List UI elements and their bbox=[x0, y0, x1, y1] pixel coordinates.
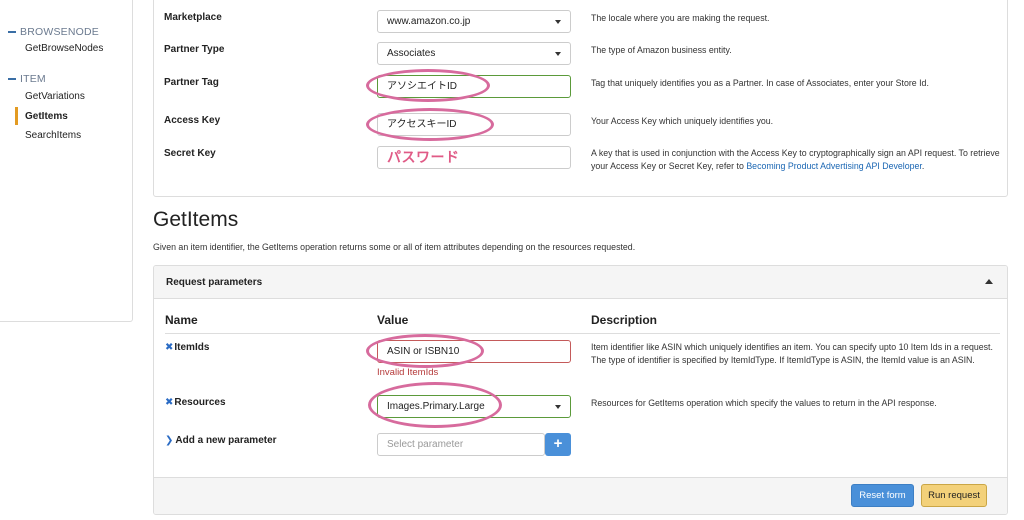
marketplace-description: The locale where you are making the requ… bbox=[591, 13, 770, 23]
secret-key-input[interactable]: パスワード bbox=[377, 146, 571, 169]
collapse-caret-icon[interactable] bbox=[985, 279, 993, 284]
itemids-input[interactable]: ASIN or ISBN10 bbox=[377, 340, 571, 363]
add-parameter-label[interactable]: ❯ Add a new parameter bbox=[165, 435, 277, 446]
caret-down-icon bbox=[555, 405, 561, 409]
header-divider bbox=[165, 333, 1000, 334]
description-column-header: Description bbox=[591, 313, 658, 327]
sidebar-item-getitems[interactable]: GetItems bbox=[25, 111, 68, 122]
sidebar-section-item: ITEM bbox=[8, 73, 46, 85]
secret-key-value: パスワード bbox=[387, 149, 460, 165]
sidebar-section-browsenode: BROWSENODE bbox=[8, 26, 99, 38]
run-request-button[interactable]: Run request bbox=[921, 484, 987, 507]
reset-form-button[interactable]: Reset form bbox=[851, 484, 914, 507]
access-key-input[interactable]: アクセスキーID bbox=[377, 113, 571, 136]
operation-intro: Given an item identifier, the GetItems o… bbox=[153, 242, 636, 252]
resources-description: Resources for GetItems operation which s… bbox=[591, 398, 937, 408]
access-key-label: Access Key bbox=[164, 115, 221, 126]
itemids-label: ✖ItemIds bbox=[165, 342, 210, 353]
partner-type-label: Partner Type bbox=[164, 44, 225, 55]
value-column-header: Value bbox=[377, 313, 409, 327]
marketplace-select[interactable]: www.amazon.co.jp bbox=[377, 10, 571, 33]
remove-x-icon[interactable]: ✖ bbox=[165, 342, 173, 353]
access-key-description: Your Access Key which uniquely identifie… bbox=[591, 116, 774, 126]
chevron-right-icon: ❯ bbox=[165, 435, 174, 446]
panel-header[interactable]: Request parameters bbox=[154, 266, 1007, 299]
collapse-dash-icon bbox=[8, 31, 16, 34]
caret-down-icon bbox=[555, 20, 561, 24]
secret-key-description: A key that is used in conjunction with t… bbox=[591, 148, 1000, 171]
name-column-header: Name bbox=[165, 313, 198, 327]
select-parameter-input[interactable]: Select parameter bbox=[377, 433, 545, 456]
request-parameters-panel: Request parameters bbox=[153, 265, 1008, 515]
partner-tag-input[interactable]: アソシエイトID bbox=[377, 75, 571, 98]
panel-title: Request parameters bbox=[166, 277, 263, 288]
partner-type-select[interactable]: Associates bbox=[377, 42, 571, 65]
secret-key-label: Secret Key bbox=[164, 148, 216, 159]
partner-type-description: The type of Amazon business entity. bbox=[591, 45, 732, 55]
sidebar-item-searchitems[interactable]: SearchItems bbox=[25, 130, 81, 141]
sidebar-item-getvariations[interactable]: GetVariations bbox=[25, 91, 85, 102]
collapse-dash-icon bbox=[8, 78, 16, 81]
partner-tag-description: Tag that uniquely identifies you as a Pa… bbox=[591, 78, 929, 88]
remove-x-icon[interactable]: ✖ bbox=[165, 397, 173, 408]
resources-select[interactable]: Images.Primary.Large bbox=[377, 395, 571, 418]
add-parameter-button[interactable]: + bbox=[545, 433, 571, 456]
itemids-description: Item identifier like ASIN which uniquely… bbox=[591, 342, 993, 365]
developer-guide-link[interactable]: Becoming Product Advertising API Develop… bbox=[746, 161, 922, 171]
caret-down-icon bbox=[555, 52, 561, 56]
partner-tag-label: Partner Tag bbox=[164, 77, 219, 88]
sidebar: BROWSENODE GetBrowseNodes ITEM GetVariat… bbox=[0, 0, 133, 322]
marketplace-label: Marketplace bbox=[164, 12, 222, 23]
resources-label: ✖Resources bbox=[165, 397, 226, 408]
itemids-error: Invalid ItemIds bbox=[377, 367, 439, 378]
sidebar-item-getbrowsenodes[interactable]: GetBrowseNodes bbox=[25, 43, 103, 54]
active-indicator bbox=[15, 107, 18, 125]
page-title: GetItems bbox=[153, 208, 239, 231]
